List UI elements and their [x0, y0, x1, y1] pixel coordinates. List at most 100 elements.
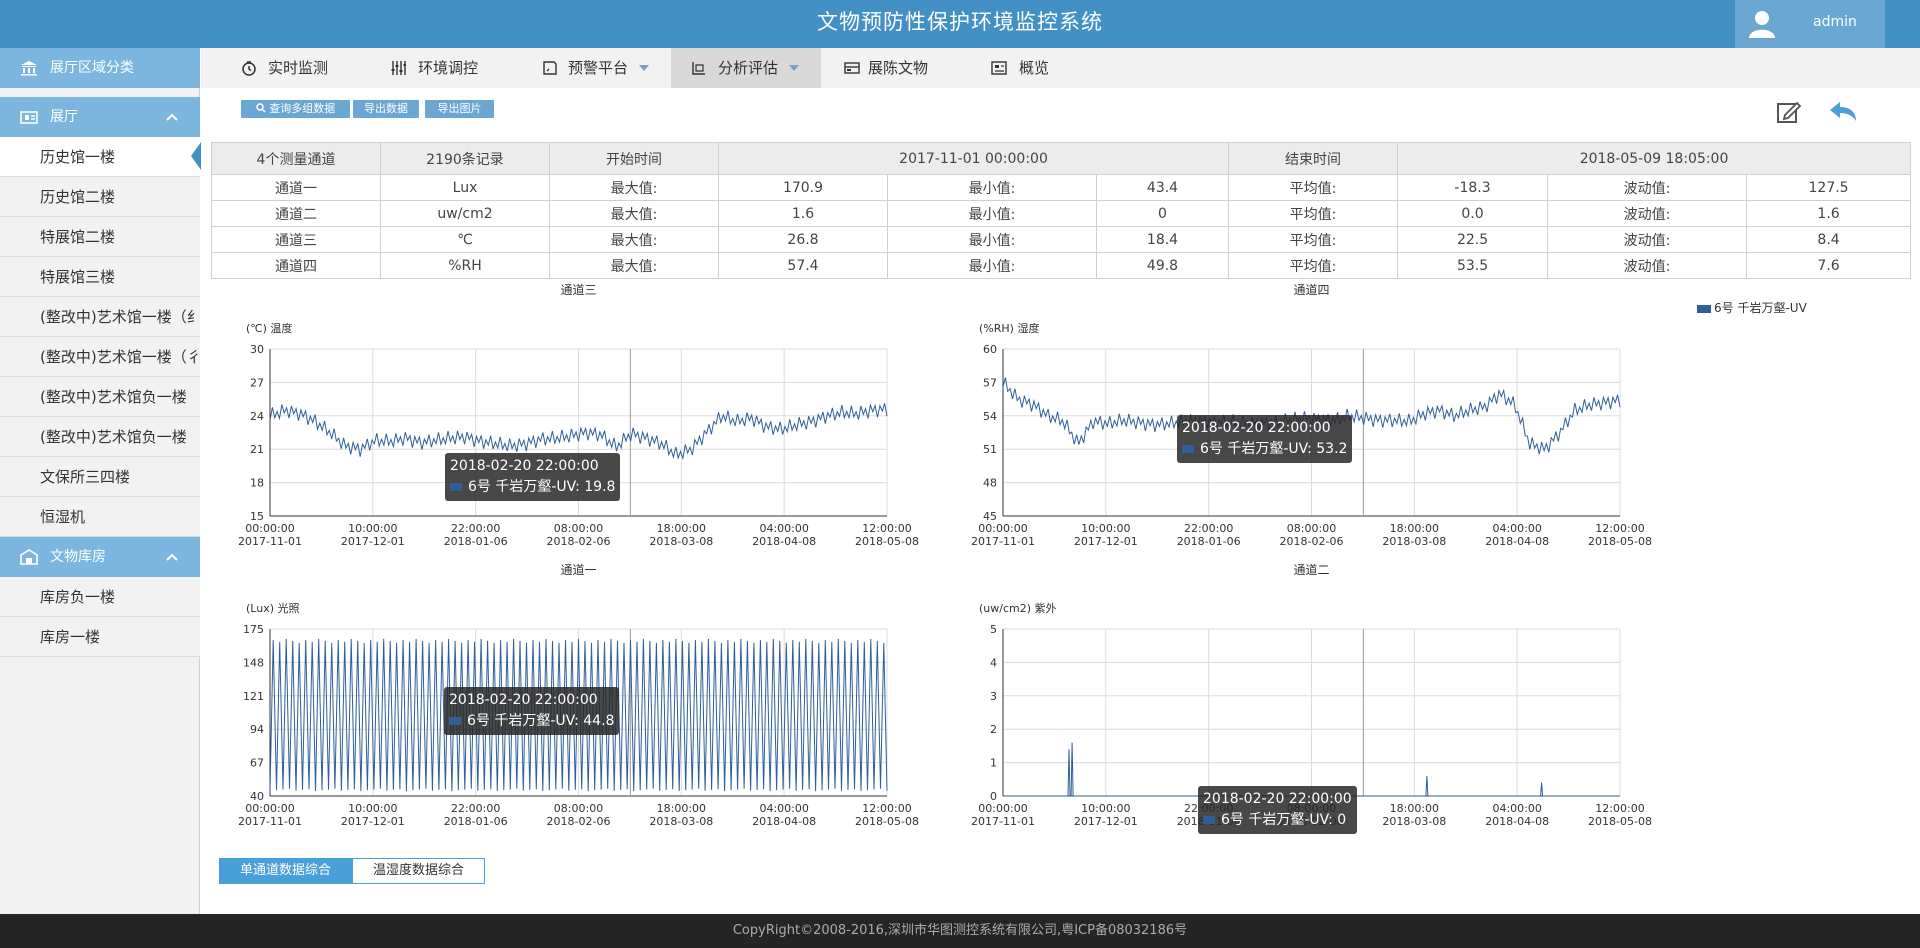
y-tick-label: 60 [983, 343, 997, 356]
x-tick-date: 2018-03-08 [1382, 535, 1446, 548]
sidebar-item[interactable]: 库房一楼 [0, 617, 200, 657]
start-label: 开始时间 [549, 142, 719, 175]
y-axis-label: (℃) 温度 [246, 321, 292, 335]
sidebar-item[interactable]: 特展馆二楼 [0, 217, 200, 257]
user-avatar-icon [1749, 11, 1775, 38]
tab-alert-platform[interactable]: 预警平台 [531, 48, 661, 88]
chevron-up-icon[interactable] [164, 549, 180, 565]
chart-title: 通道四 [1293, 283, 1329, 297]
cell: 22.5 [1397, 226, 1549, 253]
sidebar-item[interactable]: 恒湿机 [0, 497, 200, 537]
y-tick-label: 67 [250, 757, 264, 770]
tab-single-channel[interactable]: 单通道数据综合 [219, 858, 352, 884]
y-tick-label: 27 [250, 376, 264, 389]
table-row: 通道二 uw/cm2 最大值: 1.6 最小值: 0 平均值: 0.0 波动值: 1.6 [211, 200, 1912, 227]
cell: 170.9 [718, 174, 888, 201]
cell: 0 [1095, 200, 1230, 227]
tooltip-time: 2018-02-20 22:00:00 [449, 692, 598, 708]
sidebar-region-header[interactable]: 展厅区域分类 [0, 48, 200, 88]
x-tick-date: 2018-03-08 [649, 535, 713, 548]
y-tick-label: 51 [983, 443, 997, 456]
app-title: 文物预防性保护环境监控系统 [817, 10, 1103, 34]
y-tick-label: 2 [990, 723, 997, 736]
chevron-up-icon[interactable] [164, 109, 180, 125]
chart-humidity: 通道四 (%RH) 湿度 45 48 51 54 57 60 00:00:00 2017-11-0… [971, 280, 1673, 550]
legend-swatch [1697, 304, 1711, 313]
tab-label: 环境调控 [418, 59, 479, 77]
x-tick-date: 2018-03-08 [1382, 815, 1446, 828]
y-tick-label: 4 [990, 656, 997, 669]
tab-env-control[interactable]: 环境调控 [381, 48, 501, 88]
tab-temp-humidity[interactable]: 温湿度数据综合 [352, 858, 485, 884]
y-axis-label: (Lux) 光照 [246, 601, 300, 615]
export-image-button[interactable]: 导出图片 [425, 100, 494, 118]
chart-legend[interactable]: 6号 千岩万壑-UV [1697, 299, 1807, 316]
x-tick-time: 04:00:00 [759, 802, 808, 815]
sidebar: 展厅区域分类 展厅 历史馆一楼 历史馆二楼 特展馆二楼 特展馆三楼 (整改中)艺… [0, 48, 200, 914]
sidebar-group-label: 文物库房 [50, 549, 106, 565]
y-tick-label: 21 [250, 443, 264, 456]
x-tick-date: 2018-02-06 [547, 815, 611, 828]
x-tick-date: 2017-11-01 [238, 535, 302, 548]
tab-exhibits[interactable]: 展陈文物 [841, 48, 961, 88]
cell: 波动值: [1547, 226, 1748, 253]
tooltip-time: 2018-02-20 22:00:00 [1203, 791, 1352, 807]
cell: uw/cm2 [380, 200, 550, 227]
username: admin [1813, 14, 1857, 30]
sidebar-item[interactable]: (整改中)艺术馆负一楼 [0, 417, 200, 457]
sidebar-item[interactable]: 历史馆一楼 [0, 137, 200, 177]
sidebar-group-hall[interactable]: 展厅 [0, 97, 200, 137]
x-tick-date: 2018-02-06 [547, 535, 611, 548]
user-menu[interactable]: admin [1735, 0, 1885, 48]
end-time: 2018-05-09 18:05:00 [1397, 142, 1912, 175]
end-label: 结束时间 [1228, 142, 1399, 175]
x-tick-date: 2018-04-08 [1485, 535, 1549, 548]
active-item-marker [191, 142, 201, 170]
sidebar-group-storage[interactable]: 文物库房 [0, 537, 200, 577]
x-tick-date: 2017-11-01 [238, 815, 302, 828]
edit-icon[interactable] [1776, 100, 1802, 124]
search-icon [256, 103, 266, 113]
chart-uv: 通道二 (uw/cm2) 紫外 0 1 2 3 4 5 00:00:00 2017-11-01 10… [971, 560, 1673, 834]
cell: 最小值: [887, 226, 1097, 253]
chart-light: 通道一 (Lux) 光照 40 67 94 121 148 175 00:00:00 2017-1… [238, 560, 940, 830]
sidebar-item[interactable]: 特展馆三楼 [0, 257, 200, 297]
back-arrow-icon[interactable] [1828, 100, 1858, 124]
cell: 通道一 [211, 174, 381, 201]
sidebar-item[interactable]: (整改中)艺术馆一楼（彳 [0, 337, 200, 377]
export-data-button[interactable]: 导出数据 [353, 100, 419, 118]
sidebar-group-label: 展厅 [50, 109, 78, 125]
tab-realtime[interactable]: 实时监测 [231, 48, 351, 88]
cell: 26.8 [718, 226, 888, 253]
x-tick-time: 12:00:00 [862, 802, 911, 815]
chart-title: 通道一 [560, 563, 596, 577]
tab-overview[interactable]: 概览 [991, 48, 1081, 88]
sliders-icon [391, 61, 406, 75]
cell: 平均值: [1228, 174, 1399, 201]
x-tick-date: 2018-05-08 [1588, 815, 1652, 828]
chart-tooltip: 2018-02-20 22:00:00 6号 千岩万壑-UV: 44.8 [444, 687, 620, 735]
cell: 49.8 [1095, 252, 1230, 279]
sidebar-item[interactable]: 文保所三四楼 [0, 457, 200, 497]
x-tick-date: 2018-01-06 [1177, 535, 1241, 548]
legend-label: 6号 千岩万壑-UV [1714, 301, 1807, 315]
x-tick-date: 2017-12-01 [341, 535, 405, 548]
sidebar-item[interactable]: 库房负一楼 [0, 577, 200, 617]
x-tick-date: 2018-03-08 [649, 815, 713, 828]
cell: 平均值: [1228, 200, 1399, 227]
sidebar-item[interactable]: (整改中)艺术馆负一楼 [0, 377, 200, 417]
sidebar-item[interactable]: 历史馆二楼 [0, 177, 200, 217]
query-multi-button[interactable]: 查询多组数据 [241, 100, 350, 118]
x-tick-time: 10:00:00 [1081, 802, 1130, 815]
tab-label: 概览 [1019, 59, 1050, 77]
stats-header-row: 4个测量通道 2190条记录 开始时间 2017-11-01 00:00:00 … [211, 142, 1912, 175]
x-tick-date: 2017-12-01 [1074, 535, 1138, 548]
x-tick-time: 00:00:00 [978, 522, 1027, 535]
y-tick-label: 57 [983, 376, 997, 389]
sidebar-item[interactable]: (整改中)艺术馆一楼（纟 [0, 297, 200, 337]
cell: 最小值: [887, 252, 1097, 279]
chart-tooltip: 2018-02-20 22:00:00 6号 千岩万壑-UV: 19.8 [445, 453, 621, 501]
cell: 7.6 [1746, 252, 1912, 279]
tab-analysis[interactable]: 分析评估 [671, 48, 821, 88]
x-tick-date: 2018-04-08 [752, 535, 816, 548]
